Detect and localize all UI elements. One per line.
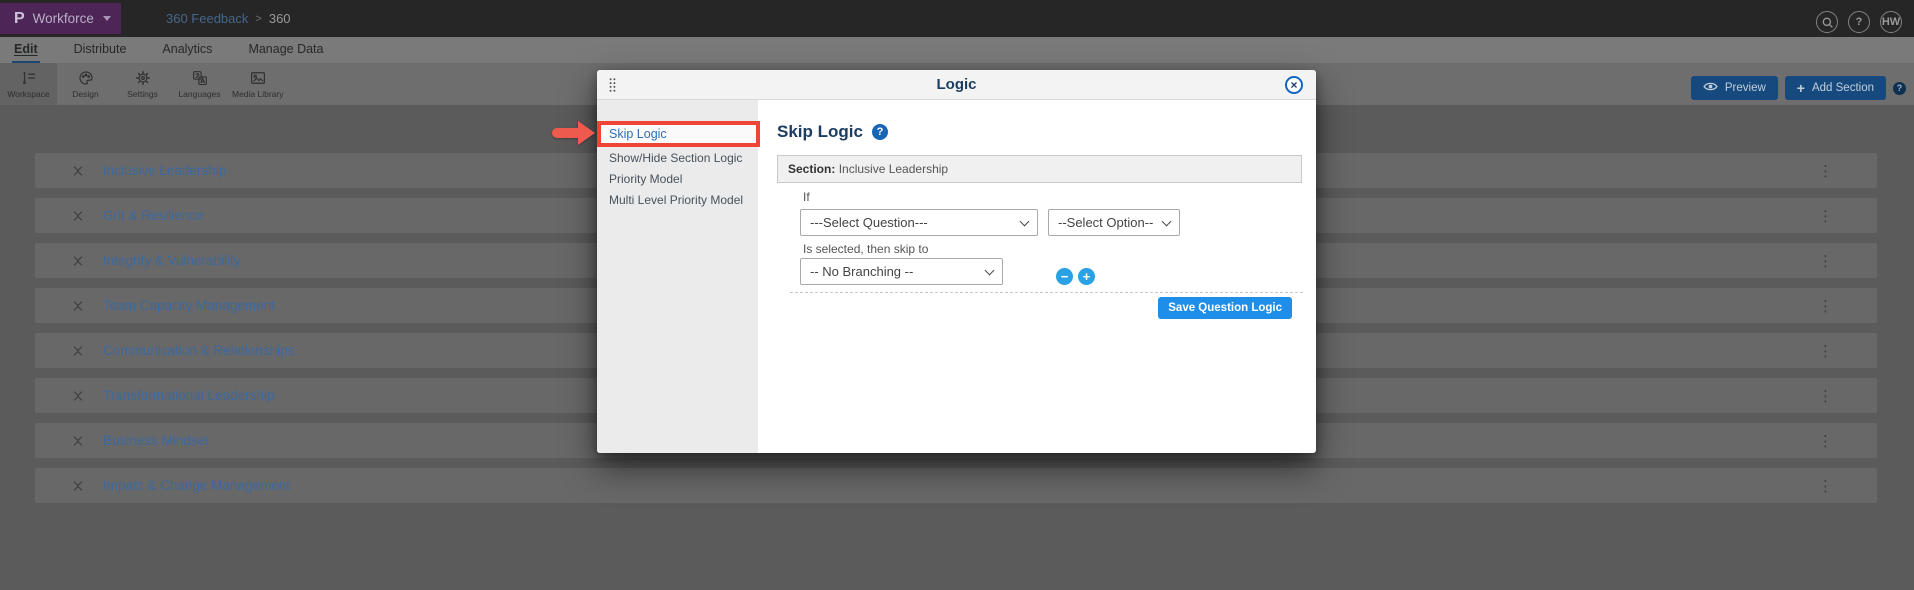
tool-languages[interactable]: Languages (171, 63, 228, 105)
modal-title: Logic (597, 70, 1316, 100)
logic-modal: Logic × Skip Logic Show/Hide Section Log… (597, 70, 1316, 453)
design-palette-icon (77, 69, 95, 87)
tool-label: Media Library (232, 89, 284, 99)
modal-nav-skip-logic[interactable]: Skip Logic (597, 121, 760, 147)
branching-dropdown[interactable]: -- No Branching -- (800, 258, 1003, 285)
main-menu: Edit Distribute Analytics Manage Data (0, 37, 1914, 63)
if-label: If (803, 190, 810, 204)
tool-label: Design (72, 89, 98, 99)
settings-gear-icon (134, 69, 152, 87)
section-title[interactable]: Communication & Relationships (103, 343, 294, 358)
toolbar-actions: Preview + Add Section ? (1691, 76, 1906, 100)
skip-logic-heading: Skip Logic ? (777, 122, 888, 142)
menu-tab[interactable]: Analytics (160, 37, 214, 63)
workspace-icon (20, 69, 38, 87)
add-section-label: Add Section (1812, 82, 1874, 94)
modal-nav-show-hide-section-logic[interactable]: Show/Hide Section Logic (597, 148, 758, 169)
section-row[interactable]: Impact & Change Management ⋮ (35, 468, 1877, 503)
kebab-menu-icon[interactable]: ⋮ (1818, 378, 1833, 413)
chevron-down-icon (1020, 217, 1030, 227)
tool-workspace[interactable]: Workspace (0, 63, 57, 105)
eye-icon (1703, 81, 1718, 95)
modal-header: Logic × (597, 70, 1316, 100)
modal-nav: Skip Logic Show/Hide Section Logic Prior… (597, 100, 758, 453)
tool-label: Languages (178, 89, 220, 99)
help-icon[interactable]: ? (1848, 11, 1870, 33)
annotation-arrow-icon (552, 121, 595, 145)
section-title[interactable]: Team Capacity Management (103, 298, 275, 313)
preview-button[interactable]: Preview (1691, 76, 1778, 100)
menu-tab[interactable]: Distribute (72, 37, 129, 63)
drag-handle-icon[interactable] (75, 344, 81, 358)
skip-to-label: Is selected, then skip to (803, 242, 928, 256)
breadcrumb-current: 360 (269, 11, 291, 26)
kebab-menu-icon[interactable]: ⋮ (1818, 288, 1833, 323)
section-title[interactable]: Grit & Resilience (103, 208, 204, 223)
skip-logic-help-icon[interactable]: ? (872, 124, 888, 140)
section-title[interactable]: Transformational Leadership (103, 388, 274, 403)
section-help-icon[interactable]: ? (1893, 82, 1906, 95)
remove-rule-button[interactable]: − (1056, 268, 1073, 285)
breadcrumb: 360 Feedback > 360 (166, 0, 291, 37)
workspace-switcher[interactable]: P Workforce (0, 3, 121, 34)
avatar[interactable]: HW (1880, 11, 1902, 33)
save-question-logic-button[interactable]: Save Question Logic (1158, 297, 1292, 319)
kebab-menu-icon[interactable]: ⋮ (1818, 243, 1833, 278)
section-context-bar: Section: Inclusive Leadership (777, 155, 1302, 183)
drag-handle-icon[interactable] (75, 254, 81, 268)
topbar-icons: ? HW (1816, 11, 1902, 33)
search-icon[interactable] (1816, 11, 1838, 33)
drag-handle-icon[interactable] (75, 479, 81, 493)
plus-icon: + (1797, 81, 1805, 95)
drag-handle-icon[interactable] (75, 434, 81, 448)
menu-tab[interactable]: Manage Data (246, 37, 325, 63)
brand-logo: P (14, 10, 25, 28)
kebab-menu-icon[interactable]: ⋮ (1818, 423, 1833, 458)
tool-label: Settings (127, 89, 158, 99)
drag-handle-icon[interactable] (75, 299, 81, 313)
kebab-menu-icon[interactable]: ⋮ (1818, 333, 1833, 368)
section-value: Inclusive Leadership (839, 162, 948, 176)
drag-handle-icon[interactable] (75, 164, 81, 178)
add-section-button[interactable]: + Add Section (1785, 76, 1886, 100)
section-title[interactable]: Inclusive Leadership (103, 163, 226, 178)
select-question-dropdown[interactable]: ---Select Question--- (800, 209, 1038, 236)
select-option-dropdown[interactable]: --Select Option-- (1048, 209, 1180, 236)
modal-nav-multi-level-priority-model[interactable]: Multi Level Priority Model (597, 190, 758, 211)
drag-handle-icon[interactable] (75, 389, 81, 403)
tool-media-library[interactable]: Media Library (228, 63, 288, 105)
menu-tab[interactable]: Edit (12, 37, 40, 63)
kebab-menu-icon[interactable]: ⋮ (1818, 153, 1833, 188)
close-icon[interactable]: × (1285, 76, 1303, 94)
kebab-menu-icon[interactable]: ⋮ (1818, 198, 1833, 233)
section-label: Section: (788, 162, 835, 176)
section-title[interactable]: Integrity & Vulnerability (103, 253, 241, 268)
chevron-down-icon (1162, 217, 1172, 227)
section-title[interactable]: Impact & Change Management (103, 478, 290, 493)
drag-handle-icon[interactable] (75, 209, 81, 223)
tool-design[interactable]: Design (57, 63, 114, 105)
breadcrumb-separator: > (255, 13, 261, 25)
media-library-icon (249, 69, 267, 87)
dashed-divider (790, 292, 1303, 293)
section-title[interactable]: Business Mindset (103, 433, 209, 448)
product-name: Workforce (33, 11, 94, 26)
preview-label: Preview (1725, 82, 1766, 94)
topbar: P Workforce 360 Feedback > 360 ? HW (0, 0, 1914, 37)
chevron-down-icon (985, 266, 995, 276)
app-canvas: P Workforce 360 Feedback > 360 ? HW Edit… (0, 0, 1914, 590)
tool-label: Workspace (7, 89, 49, 99)
breadcrumb-parent[interactable]: 360 Feedback (166, 11, 248, 26)
languages-icon (191, 69, 209, 87)
kebab-menu-icon[interactable]: ⋮ (1818, 468, 1833, 503)
add-rule-button[interactable]: + (1078, 268, 1095, 285)
chevron-down-icon (103, 16, 111, 21)
modal-drag-handle-icon[interactable] (608, 77, 617, 98)
modal-nav-priority-model[interactable]: Priority Model (597, 169, 758, 190)
tool-settings[interactable]: Settings (114, 63, 171, 105)
